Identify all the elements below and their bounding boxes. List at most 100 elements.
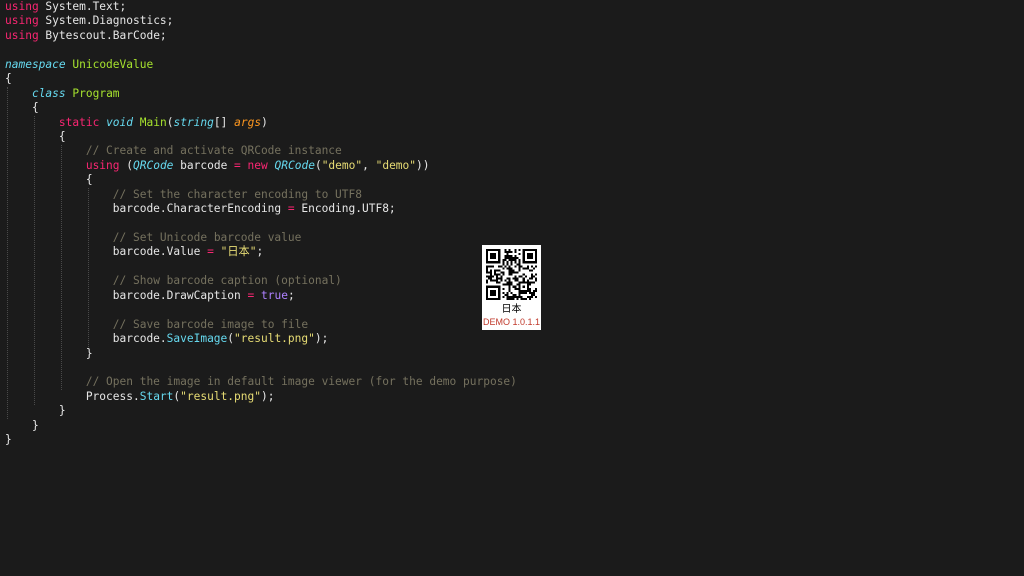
qr-module: [528, 295, 531, 298]
code-line[interactable]: using System.Text;: [5, 0, 517, 14]
code-line[interactable]: {: [5, 173, 517, 187]
code-line[interactable]: [5, 260, 517, 274]
qr-module: [512, 271, 515, 274]
qr-module: [512, 293, 515, 296]
qr-module: [502, 291, 505, 294]
code-line[interactable]: Process.Start("result.png");: [5, 390, 517, 404]
qr-module: [522, 251, 525, 254]
qr-module: [530, 275, 533, 278]
code-area[interactable]: using System.Text; using System.Diagnosti…: [5, 0, 517, 448]
qr-module: [508, 271, 511, 274]
qr-module: [496, 279, 499, 282]
code-line[interactable]: [5, 361, 517, 375]
code-line[interactable]: using System.Diagnostics;: [5, 14, 517, 28]
code-line[interactable]: // Create and activate QRCode instance: [5, 144, 517, 158]
code-line[interactable]: [5, 217, 517, 231]
qr-module: [528, 291, 531, 294]
code-line[interactable]: barcode.CharacterEncoding = Encoding.UTF…: [5, 202, 517, 216]
qr-module: [494, 249, 497, 252]
code-token: string: [173, 115, 214, 129]
code-line[interactable]: barcode.SaveImage("result.png");: [5, 332, 517, 346]
qr-module: [498, 291, 501, 294]
qr-module: [526, 261, 529, 264]
qr-module: [504, 265, 507, 268]
code-line[interactable]: class Program: [5, 87, 517, 101]
barcode-caption: 日本: [501, 304, 522, 315]
code-line[interactable]: {: [5, 130, 517, 144]
qr-module: [514, 255, 517, 258]
qr-module: [522, 285, 525, 288]
qr-module: [522, 273, 525, 276]
qr-module: [502, 295, 505, 298]
code-line[interactable]: }: [5, 347, 517, 361]
code-token: "result.png": [180, 389, 261, 403]
qr-module: [508, 297, 511, 300]
qr-module: [510, 255, 513, 258]
code-line[interactable]: barcode.Value = "日本";: [5, 245, 517, 259]
code-token: using: [85, 158, 120, 172]
code-token: []: [213, 115, 235, 129]
qr-module: [526, 267, 529, 270]
qr-module: [490, 297, 493, 300]
qr-module: [516, 287, 519, 290]
qr-module: [508, 257, 511, 260]
code-token: namespace: [5, 57, 66, 71]
qr-module: [512, 259, 515, 262]
qr-module: [518, 295, 521, 298]
qr-module: [496, 277, 499, 280]
qr-module: [504, 283, 507, 286]
qr-module: [506, 283, 509, 286]
qr-module: [526, 257, 529, 260]
code-token: }: [5, 418, 39, 432]
qr-module: [500, 277, 503, 280]
qr-module: [492, 261, 495, 264]
qr-module: [490, 253, 493, 256]
code-line[interactable]: using Bytescout.BarCode;: [5, 29, 517, 43]
code-line[interactable]: static void Main(string[] args): [5, 116, 517, 130]
qr-module: [494, 273, 497, 276]
qr-module: [508, 259, 511, 262]
qr-module: [492, 285, 495, 288]
qr-module: [490, 293, 493, 296]
code-line[interactable]: }: [5, 404, 517, 418]
qr-module: [492, 265, 495, 268]
qr-module: [534, 259, 537, 262]
qr-module: [486, 267, 489, 270]
qr-module: [510, 297, 513, 300]
code-editor[interactable]: using System.Text; using System.Diagnosti…: [0, 0, 1024, 576]
code-line[interactable]: using (QRCode barcode = new QRCode("demo…: [5, 159, 517, 173]
qr-module: [498, 249, 501, 252]
qr-module: [498, 287, 501, 290]
qr-module: [514, 261, 517, 264]
code-line[interactable]: barcode.DrawCaption = true;: [5, 289, 517, 303]
qr-module: [508, 283, 511, 286]
code-line[interactable]: }: [5, 433, 517, 447]
code-token: // Set Unicode barcode value: [112, 231, 302, 244]
qr-module: [514, 275, 517, 278]
code-line[interactable]: {: [5, 72, 517, 86]
qr-module: [520, 275, 523, 278]
code-line[interactable]: // Open the image in default image viewe…: [5, 375, 517, 389]
code-line[interactable]: // Show barcode caption (optional): [5, 274, 517, 288]
code-line[interactable]: namespace UnicodeValue: [5, 58, 517, 72]
code-line[interactable]: [5, 43, 517, 57]
code-line[interactable]: // Save barcode image to file: [5, 318, 517, 332]
qr-module: [528, 287, 531, 290]
qr-module: [516, 271, 519, 274]
qr-module: [510, 261, 513, 264]
qr-module: [520, 265, 523, 268]
qr-module: [498, 273, 501, 276]
qr-module: [534, 251, 537, 254]
code-line[interactable]: [5, 303, 517, 317]
code-line[interactable]: }: [5, 419, 517, 433]
code-line[interactable]: // Set the character encoding to UTF8: [5, 188, 517, 202]
code-line[interactable]: // Set Unicode barcode value: [5, 231, 517, 245]
qr-module: [532, 275, 535, 278]
qr-module: [530, 291, 533, 294]
qr-module: [498, 253, 501, 256]
qr-module: [514, 257, 517, 260]
qr-module: [502, 273, 505, 276]
qr-module: [514, 295, 517, 298]
qr-module: [520, 297, 523, 300]
code-line[interactable]: {: [5, 101, 517, 115]
